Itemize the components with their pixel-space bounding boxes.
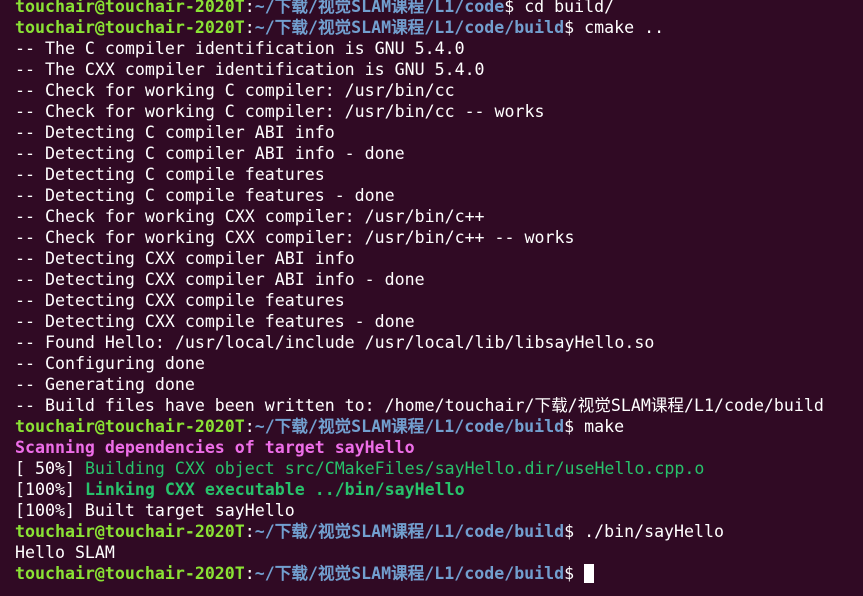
output-line: -- Generating done (15, 375, 195, 394)
progress-prefix: [ 50%] (15, 459, 85, 478)
terminal-window[interactable]: touchair@touchair-2020T:~/下载/视觉SLAM课程/L1… (0, 0, 863, 596)
program-output-line: Hello SLAM (15, 543, 115, 562)
prompt-line-run: touchair@touchair-2020T:~/下载/视觉SLAM课程/L1… (15, 521, 861, 542)
prompt-separator: : (244, 0, 255, 16)
output-line: -- Detecting CXX compile features - done (15, 312, 415, 331)
prompt-dollar: $ (504, 0, 515, 16)
make-built-line: [100%] Built target sayHello (15, 501, 295, 520)
command-text: cd build/ (514, 0, 615, 16)
progress-prefix: [100%] (15, 480, 85, 499)
prompt-path: ~/下载/视觉SLAM课程/L1/code/build (254, 417, 565, 436)
prompt-user-host: touchair@touchair-2020T (15, 0, 245, 16)
build-step-text: Building CXX object src/CMakeFiles/sayHe… (84, 459, 705, 478)
output-line: -- Check for working CXX compiler: /usr/… (15, 207, 485, 226)
prompt-path: ~/下载/视觉SLAM课程/L1/code (254, 0, 505, 16)
output-line: -- The CXX compiler identification is GN… (15, 60, 485, 79)
prompt-user-host: touchair@touchair-2020T (15, 522, 245, 541)
command-text: make (574, 417, 625, 436)
prompt-separator: : (244, 522, 255, 541)
output-line: -- Detecting C compile features (15, 165, 325, 184)
command-input[interactable] (574, 564, 584, 583)
prompt-path: ~/下载/视觉SLAM课程/L1/code/build (254, 18, 565, 37)
output-line: -- Build files have been written to: /ho… (15, 396, 824, 415)
command-text: cmake .. (574, 18, 665, 37)
prompt-dollar: $ (564, 564, 575, 583)
prompt-line-cd: touchair@touchair-2020T:~/下载/视觉SLAM课程/L1… (15, 0, 861, 17)
make-scanning-line: Scanning dependencies of target sayHello (15, 438, 415, 457)
prompt-separator: : (244, 18, 255, 37)
prompt-line-cmake: touchair@touchair-2020T:~/下载/视觉SLAM课程/L1… (15, 17, 861, 38)
prompt-user-host: touchair@touchair-2020T (15, 564, 245, 583)
output-line: -- Check for working CXX compiler: /usr/… (15, 228, 575, 247)
terminal-output[interactable]: touchair@touchair-2020T:~/下载/视觉SLAM课程/L1… (15, 0, 861, 584)
make-link-line: [100%] Linking CXX executable ../bin/say… (15, 479, 861, 500)
output-line: -- Detecting C compiler ABI info (15, 123, 335, 142)
output-line: -- Detecting CXX compiler ABI info - don… (15, 270, 425, 289)
output-line: -- Check for working C compiler: /usr/bi… (15, 81, 455, 100)
prompt-user-host: touchair@touchair-2020T (15, 18, 245, 37)
link-step-text: Linking CXX executable ../bin/sayHello (84, 480, 465, 499)
prompt-line-active[interactable]: touchair@touchair-2020T:~/下载/视觉SLAM课程/L1… (15, 563, 861, 584)
output-line: -- Found Hello: /usr/local/include /usr/… (15, 333, 655, 352)
output-line: -- Configuring done (15, 354, 205, 373)
prompt-path: ~/下载/视觉SLAM课程/L1/code/build (254, 522, 565, 541)
prompt-dollar: $ (564, 417, 575, 436)
prompt-line-make: touchair@touchair-2020T:~/下载/视觉SLAM课程/L1… (15, 416, 861, 437)
prompt-dollar: $ (564, 18, 575, 37)
output-line: -- Detecting C compile features - done (15, 186, 395, 205)
output-line: -- Detecting CXX compile features (15, 291, 345, 310)
output-line: -- Detecting CXX compiler ABI info (15, 249, 355, 268)
prompt-separator: : (244, 564, 255, 583)
output-line: -- Detecting C compiler ABI info - done (15, 144, 405, 163)
output-line: -- The C compiler identification is GNU … (15, 39, 465, 58)
text-cursor[interactable] (584, 564, 595, 583)
prompt-dollar: $ (564, 522, 575, 541)
command-text: ./bin/sayHello (574, 522, 724, 541)
make-build-line: [ 50%] Building CXX object src/CMakeFile… (15, 458, 861, 479)
prompt-user-host: touchair@touchair-2020T (15, 417, 245, 436)
output-line: -- Check for working C compiler: /usr/bi… (15, 102, 545, 121)
prompt-separator: : (244, 417, 255, 436)
prompt-path: ~/下载/视觉SLAM课程/L1/code/build (254, 564, 565, 583)
